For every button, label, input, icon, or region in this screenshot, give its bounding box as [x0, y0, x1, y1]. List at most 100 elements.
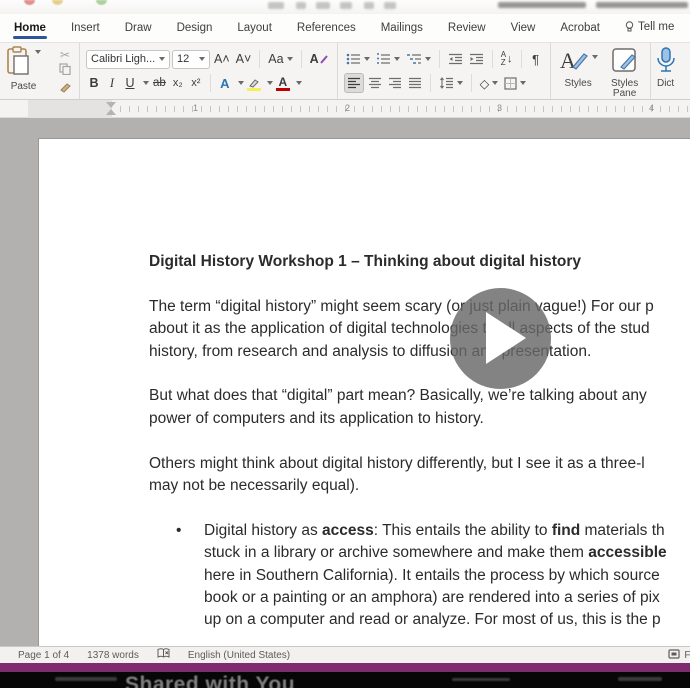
- align-right-button[interactable]: [386, 73, 404, 93]
- ruler-margin-block: [28, 100, 112, 118]
- tab-design[interactable]: Design: [176, 16, 214, 40]
- format-painter-icon[interactable]: [59, 80, 72, 98]
- doc-paragraph-1: The term “digital history” might seem sc…: [149, 296, 690, 363]
- tab-layout[interactable]: Layout: [236, 16, 273, 40]
- ribbon-toolbar: Paste ✂ Calibri Ligh... 12 A˄ A˅ Aa A B …: [0, 42, 690, 100]
- bold-button[interactable]: B: [86, 73, 102, 93]
- paste-dropdown-arrow[interactable]: [35, 50, 41, 54]
- proofing-status-icon[interactable]: [157, 648, 170, 662]
- doc-heading: Digital History Workshop 1 – Thinking ab…: [149, 253, 582, 270]
- doc-line: here in Southern California). It entails…: [204, 566, 660, 584]
- tab-review[interactable]: Review: [447, 16, 487, 40]
- font-size-value: 12: [177, 53, 190, 65]
- first-line-indent-marker[interactable]: [106, 102, 116, 108]
- styles-button[interactable]: A Styles: [559, 47, 598, 95]
- sort-button[interactable]: AZ ↓: [499, 49, 515, 69]
- doc-line: The term “digital history” might seem sc…: [149, 297, 654, 315]
- paste-button[interactable]: Paste: [6, 46, 41, 96]
- tab-references[interactable]: References: [296, 16, 357, 40]
- clear-formatting-button[interactable]: A: [308, 49, 331, 69]
- lightbulb-icon: [625, 21, 634, 35]
- language-indicator[interactable]: English (United States): [188, 650, 290, 661]
- font-color-dropdown-arrow[interactable]: [295, 81, 302, 85]
- decrease-indent-button[interactable]: [446, 49, 465, 69]
- dictate-group: Dict: [651, 43, 681, 99]
- strikethrough-button[interactable]: ab: [151, 73, 168, 93]
- bullets-button[interactable]: [344, 49, 372, 69]
- minimize-window-icon[interactable]: [52, 0, 63, 5]
- styles-pane-icon: [611, 47, 639, 78]
- font-name-value: Calibri Ligh...: [91, 53, 156, 65]
- document-workspace: Digital History Workshop 1 – Thinking ab…: [0, 118, 690, 646]
- focus-mode-label[interactable]: Fo: [684, 650, 690, 661]
- tab-view[interactable]: View: [510, 16, 537, 40]
- ribbon-tab-bar: Home Insert Draw Design Layout Reference…: [0, 14, 690, 42]
- ruler-ticks: [112, 106, 690, 112]
- doc-paragraph-3: Others might think about digital history…: [149, 453, 690, 498]
- tab-mailings[interactable]: Mailings: [380, 16, 424, 40]
- focus-mode-icon[interactable]: [668, 648, 680, 662]
- word-count[interactable]: 1378 words: [87, 650, 139, 661]
- line-spacing-button[interactable]: [437, 73, 465, 93]
- tab-tell-me[interactable]: Tell me: [624, 15, 675, 41]
- italic-button[interactable]: I: [104, 73, 120, 93]
- paragraph-group: AZ ↓ ¶ ◇: [338, 43, 551, 99]
- text-effects-button[interactable]: A: [217, 73, 233, 93]
- align-left-button[interactable]: [343, 73, 364, 93]
- svg-text:A: A: [560, 48, 576, 73]
- document-body[interactable]: Digital History Workshop 1 – Thinking ab…: [39, 139, 690, 646]
- shading-button[interactable]: ◇: [478, 73, 501, 93]
- doc-line: about it as the application of digital t…: [149, 320, 650, 338]
- cut-icon[interactable]: ✂: [57, 48, 73, 62]
- borders-button[interactable]: [502, 73, 528, 93]
- hanging-indent-marker[interactable]: [106, 109, 116, 115]
- dictate-button[interactable]: Dict: [655, 47, 677, 95]
- microphone-icon: [655, 47, 677, 78]
- word-window: Home Insert Draw Design Layout Reference…: [0, 0, 690, 688]
- font-size-combo[interactable]: 12: [172, 49, 210, 69]
- tab-home[interactable]: Home: [13, 16, 47, 40]
- show-hide-pilcrow-button[interactable]: ¶: [528, 49, 544, 69]
- doc-line: up on a computer and read or analyze. Fo…: [204, 611, 661, 629]
- highlight-button[interactable]: [246, 73, 262, 93]
- underline-dropdown-arrow[interactable]: [143, 81, 149, 85]
- paste-clipboard-icon: [6, 46, 32, 81]
- subscript-button[interactable]: x₂: [170, 73, 186, 93]
- tab-insert[interactable]: Insert: [70, 16, 101, 40]
- change-case-button[interactable]: Aa: [266, 49, 294, 69]
- video-play-button[interactable]: [450, 288, 551, 389]
- numbering-button[interactable]: [374, 49, 402, 69]
- doc-line: Others might think about digital history…: [149, 454, 645, 472]
- font-color-button[interactable]: A: [275, 73, 291, 93]
- doc-line: • Digital history as access: This entail…: [149, 520, 690, 542]
- page-indicator[interactable]: Page 1 of 4: [18, 650, 69, 661]
- align-center-button[interactable]: [366, 73, 384, 93]
- text-effects-dropdown-arrow[interactable]: [237, 81, 244, 85]
- video-caption-strip: Shared with You: [0, 672, 690, 688]
- title-bar: [0, 0, 690, 14]
- bullet-glyph: •: [176, 521, 182, 539]
- superscript-button[interactable]: x²: [188, 73, 204, 93]
- highlight-color-bar: [246, 87, 261, 91]
- increase-indent-button[interactable]: [467, 49, 486, 69]
- zoom-window-icon[interactable]: [96, 0, 107, 5]
- multilevel-list-button[interactable]: [404, 49, 433, 69]
- shrink-font-button[interactable]: A˅: [234, 49, 254, 69]
- font-color-bar: [275, 87, 290, 91]
- tab-draw[interactable]: Draw: [124, 16, 153, 40]
- justify-button[interactable]: [406, 73, 424, 93]
- doc-line: may not be necessarily equal).: [149, 477, 360, 495]
- document-page[interactable]: Digital History Workshop 1 – Thinking ab…: [38, 138, 690, 646]
- copy-icon[interactable]: [59, 62, 71, 80]
- font-name-combo[interactable]: Calibri Ligh...: [86, 49, 170, 69]
- highlight-dropdown-arrow[interactable]: [266, 81, 273, 85]
- horizontal-ruler[interactable]: 1 2 3 4: [0, 100, 690, 118]
- grow-font-button[interactable]: A˄: [212, 49, 232, 69]
- ruler-number: 2: [345, 103, 351, 113]
- underline-button[interactable]: U: [122, 73, 138, 93]
- tab-acrobat[interactable]: Acrobat: [559, 16, 601, 40]
- styles-group: A Styles Styles Pane: [551, 43, 651, 99]
- close-window-icon[interactable]: [24, 0, 35, 5]
- styles-pane-button[interactable]: Styles Pane: [608, 47, 642, 99]
- ruler-number: 4: [649, 103, 655, 113]
